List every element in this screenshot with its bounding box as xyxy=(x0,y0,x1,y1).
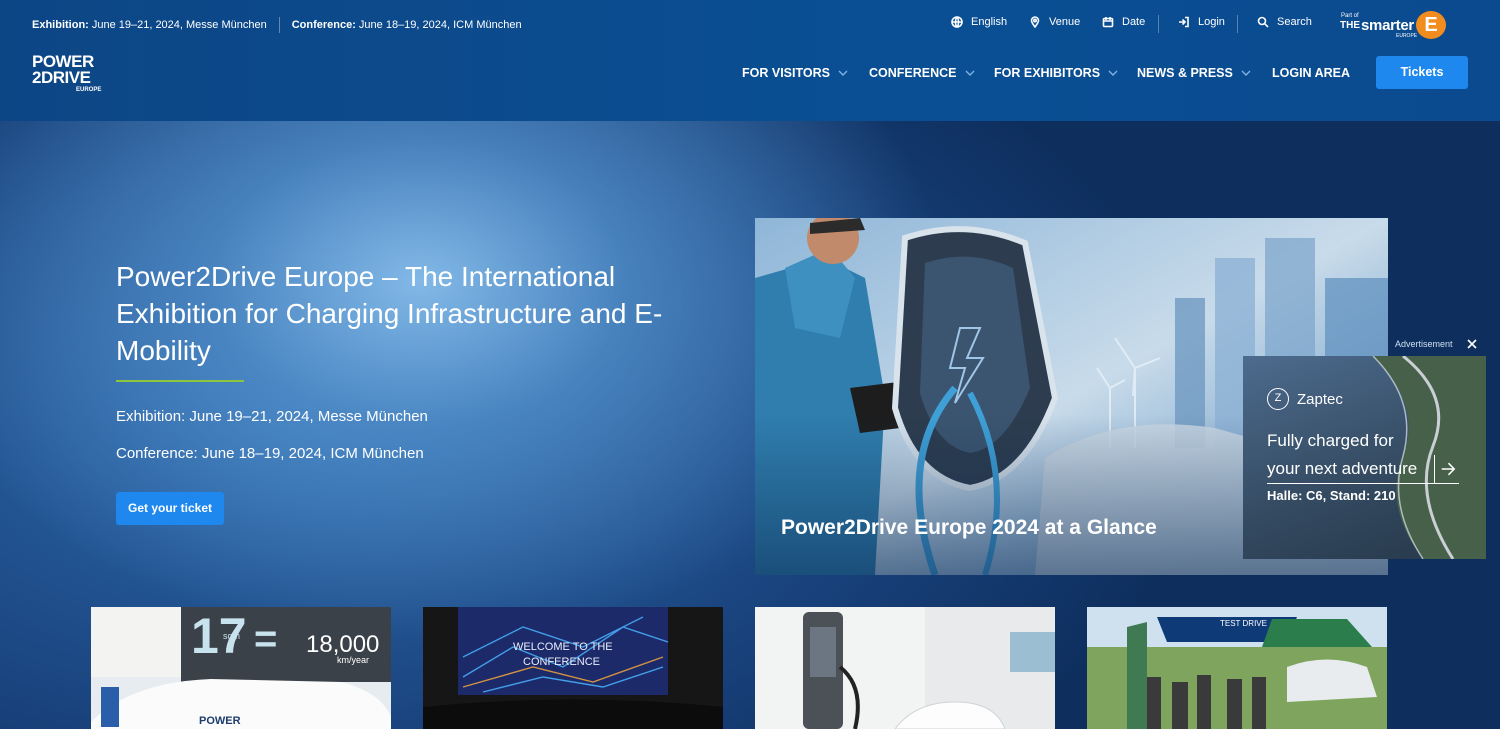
search-label: Search xyxy=(1277,16,1312,28)
exhibition-dates: June 19–21, 2024, Messe München xyxy=(91,19,267,31)
glance-caption: Power2Drive Europe 2024 at a Glance xyxy=(781,516,1157,539)
card-stats[interactable]: 17 sqm = 18,000 km/year POWER xyxy=(91,607,391,729)
zaptec-name: Zaptec xyxy=(1297,390,1343,408)
test-drive-banner: TEST DRIVE xyxy=(1220,619,1267,628)
venue-link[interactable]: Venue xyxy=(1029,16,1080,28)
nav-for-exhibitors[interactable]: FOR EXHIBITORS xyxy=(994,66,1118,80)
nav-login-area[interactable]: LOGIN AREA xyxy=(1272,66,1350,80)
conference-dates: June 18–19, 2024, ICM München xyxy=(358,19,522,31)
nav-label: FOR EXHIBITORS xyxy=(994,66,1101,80)
brand-europe: EUROPE xyxy=(1396,33,1418,39)
conference-image xyxy=(423,607,723,729)
site-header: Exhibition: June 19–21, 2024, Messe Münc… xyxy=(0,0,1500,121)
arrow-right-icon xyxy=(1434,455,1456,483)
exhibition-label: Exhibition: xyxy=(32,19,89,31)
stat-equals: = xyxy=(254,617,278,661)
chevron-down-icon xyxy=(838,70,848,76)
nav-for-visitors[interactable]: FOR VISITORS xyxy=(742,66,848,80)
chevron-down-icon xyxy=(1241,70,1251,76)
stat-value-unit: km/year xyxy=(337,655,370,665)
login-link[interactable]: Login xyxy=(1178,16,1225,28)
ad-headline-2: your next adventure xyxy=(1267,459,1418,478)
conference-label: Conference: xyxy=(291,19,356,31)
ad-underline xyxy=(1267,483,1459,484)
globe-icon xyxy=(951,16,963,28)
language-link[interactable]: English xyxy=(951,16,1007,28)
coastline-image xyxy=(1372,356,1486,559)
power2drive-logo[interactable]: POWER 2DRIVE EUROPE xyxy=(32,52,108,96)
card-test-drive[interactable]: TEST DRIVE xyxy=(1087,607,1387,729)
search-icon xyxy=(1257,16,1269,28)
tickets-button[interactable]: Tickets xyxy=(1376,56,1468,89)
nav-label: CONFERENCE xyxy=(869,66,957,80)
screen-text-2: CONFERENCE xyxy=(523,656,601,668)
hero-title: Power2Drive Europe – The International E… xyxy=(116,261,663,366)
hero-exhibition-dates: Exhibition: June 19–21, 2024, Messe Münc… xyxy=(116,408,428,425)
close-icon[interactable] xyxy=(1466,338,1478,350)
date-label: Date xyxy=(1122,16,1146,28)
card-charger[interactable] xyxy=(755,607,1055,729)
zaptec-advertisement[interactable]: Z Zaptec Fully charged for your next adv… xyxy=(1243,356,1486,559)
language-label: English xyxy=(971,16,1008,28)
hero-accent-line xyxy=(116,380,244,382)
get-ticket-button[interactable]: Get your ticket xyxy=(116,492,224,525)
nav-label: NEWS & PRESS xyxy=(1137,66,1233,80)
advertisement-label: Advertisement xyxy=(1395,339,1453,349)
zaptec-brand: Z Zaptec xyxy=(1267,388,1343,410)
chevron-down-icon xyxy=(1108,70,1118,76)
nav-label: FOR VISITORS xyxy=(742,66,830,80)
search-link[interactable]: Search xyxy=(1257,16,1312,28)
login-icon xyxy=(1179,16,1189,28)
logo-line-3: EUROPE xyxy=(76,87,102,93)
nav-conference[interactable]: CONFERENCE xyxy=(869,66,975,80)
venue-label: Venue xyxy=(1049,16,1081,28)
card-conference[interactable]: WELCOME TO THE CONFERENCE xyxy=(423,607,723,729)
event-dates: Exhibition: June 19–21, 2024, Messe Münc… xyxy=(32,17,522,33)
stat-unit: sqm xyxy=(223,631,241,641)
calendar-icon xyxy=(1102,17,1114,28)
brand-the: THE xyxy=(1340,20,1360,31)
the-smarter-e-logo[interactable]: Part of THE smarter EUROPE E xyxy=(1340,10,1448,40)
hero-conference-dates: Conference: June 18–19, 2024, ICM Münche… xyxy=(116,445,424,462)
brand-smarter: smarter xyxy=(1361,17,1414,34)
date-link[interactable]: Date xyxy=(1102,16,1145,28)
car-brand-text: POWER xyxy=(199,715,241,727)
nav-news-press[interactable]: NEWS & PRESS xyxy=(1137,66,1251,80)
chevron-down-icon xyxy=(965,70,975,76)
ad-headline-1: Fully charged for xyxy=(1267,431,1394,450)
zaptec-logo-icon: Z xyxy=(1267,388,1289,410)
divider xyxy=(1237,15,1238,33)
part-of-text: Part of xyxy=(1341,13,1359,19)
location-pin-icon xyxy=(1030,16,1040,28)
divider xyxy=(278,17,280,33)
logo-line-2: 2DRIVE xyxy=(32,68,91,87)
charger-image xyxy=(755,607,1055,729)
ad-stand-info: Halle: C6, Stand: 210 xyxy=(1267,488,1396,503)
divider xyxy=(1158,15,1159,33)
top-bar: Exhibition: June 19–21, 2024, Messe Münc… xyxy=(0,0,1500,48)
login-label: Login xyxy=(1198,16,1225,28)
nav-label: LOGIN AREA xyxy=(1272,66,1351,80)
screen-text-1: WELCOME TO THE xyxy=(513,641,613,653)
brand-e-mark: E xyxy=(1416,11,1446,39)
